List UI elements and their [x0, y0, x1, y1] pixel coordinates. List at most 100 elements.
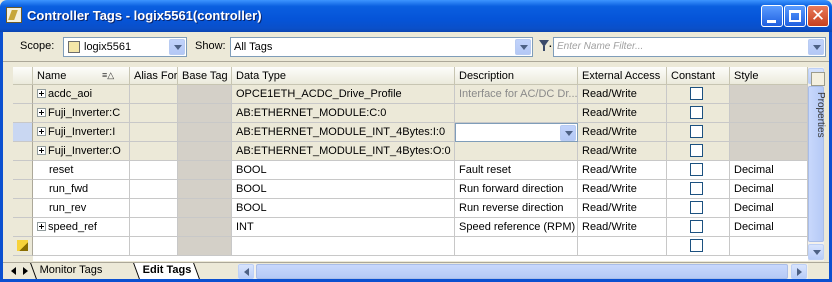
- cell-data-type[interactable]: BOOL: [232, 199, 455, 218]
- expand-icon[interactable]: [37, 146, 46, 155]
- cell-style[interactable]: Decimal: [730, 180, 808, 199]
- sort-icon[interactable]: ≡△: [102, 70, 114, 81]
- cell-external-access[interactable]: [578, 237, 667, 256]
- cell-base-tag[interactable]: [178, 142, 232, 161]
- cell-constant[interactable]: [667, 142, 730, 161]
- constant-checkbox[interactable]: [690, 106, 703, 119]
- row-header[interactable]: [13, 199, 33, 218]
- cell-description[interactable]: Run reverse direction: [455, 199, 578, 218]
- cell-description[interactable]: [455, 142, 578, 161]
- cell-alias-for[interactable]: [130, 142, 178, 161]
- tab-next-icon[interactable]: [23, 267, 28, 275]
- header-col-description[interactable]: Description: [455, 67, 578, 85]
- constant-checkbox[interactable]: [690, 182, 703, 195]
- constant-checkbox[interactable]: [690, 220, 703, 233]
- chevron-down-icon[interactable]: [560, 125, 576, 141]
- expand-icon[interactable]: [37, 127, 46, 136]
- scroll-left-button[interactable]: [238, 264, 254, 279]
- expand-icon[interactable]: [37, 108, 46, 117]
- show-select[interactable]: All Tags: [230, 37, 533, 57]
- cell-description[interactable]: Run forward direction: [455, 180, 578, 199]
- minimize-button[interactable]: [761, 5, 783, 27]
- cell-style[interactable]: [730, 123, 808, 142]
- row-header[interactable]: [13, 218, 33, 237]
- cell-style[interactable]: [730, 85, 808, 104]
- row-header[interactable]: [13, 142, 33, 161]
- constant-checkbox[interactable]: [690, 87, 703, 100]
- expand-icon[interactable]: [37, 89, 46, 98]
- cell-external-access[interactable]: Read/Write: [578, 161, 667, 180]
- cell-constant[interactable]: [667, 104, 730, 123]
- cell-description[interactable]: [455, 123, 578, 142]
- cell-name[interactable]: speed_ref: [33, 218, 130, 237]
- header-col-constant[interactable]: Constant: [667, 67, 730, 85]
- constant-checkbox[interactable]: [690, 144, 703, 157]
- scope-select[interactable]: logix5561: [63, 37, 187, 57]
- cell-constant[interactable]: [667, 218, 730, 237]
- scroll-down-button[interactable]: [808, 244, 824, 260]
- cell-data-type[interactable]: BOOL: [232, 180, 455, 199]
- cell-style[interactable]: [730, 237, 808, 256]
- constant-checkbox[interactable]: [690, 239, 703, 252]
- cell-data-type[interactable]: INT: [232, 218, 455, 237]
- cell-name[interactable]: [33, 237, 130, 256]
- cell-data-type[interactable]: [232, 237, 455, 256]
- title-bar[interactable]: Controller Tags - logix5561(controller) …: [0, 0, 832, 32]
- cell-external-access[interactable]: Read/Write: [578, 85, 667, 104]
- cell-data-type[interactable]: OPCE1ETH_ACDC_Drive_Profile: [232, 85, 455, 104]
- cell-data-type[interactable]: AB:ETHERNET_MODULE:C:0: [232, 104, 455, 123]
- cell-style[interactable]: [730, 104, 808, 123]
- cell-base-tag[interactable]: [178, 123, 232, 142]
- row-header[interactable]: [13, 161, 33, 180]
- cell-external-access[interactable]: Read/Write: [578, 180, 667, 199]
- cell-constant[interactable]: [667, 237, 730, 256]
- cell-alias-for[interactable]: [130, 180, 178, 199]
- cell-description[interactable]: Interface for AC/DC Dr...: [455, 85, 578, 104]
- cell-external-access[interactable]: Read/Write: [578, 104, 667, 123]
- cell-data-type[interactable]: BOOL: [232, 161, 455, 180]
- cell-external-access[interactable]: Read/Write: [578, 142, 667, 161]
- constant-checkbox[interactable]: [690, 125, 703, 138]
- expand-icon[interactable]: [37, 222, 46, 231]
- cell-style[interactable]: [730, 142, 808, 161]
- cell-name[interactable]: Fuji_Inverter:O: [33, 142, 130, 161]
- cell-style[interactable]: Decimal: [730, 218, 808, 237]
- cell-description[interactable]: Speed reference (RPM): [455, 218, 578, 237]
- chevron-down-icon[interactable]: [169, 39, 185, 55]
- chevron-down-icon[interactable]: [808, 39, 824, 55]
- tab-prev-icon[interactable]: [11, 267, 16, 275]
- cell-name[interactable]: reset: [33, 161, 130, 180]
- row-header[interactable]: [13, 85, 33, 104]
- cell-description[interactable]: [455, 237, 578, 256]
- header-col-name[interactable]: Name ≡△: [33, 67, 130, 85]
- row-header[interactable]: [13, 180, 33, 199]
- cell-alias-for[interactable]: [130, 218, 178, 237]
- cell-base-tag[interactable]: [178, 237, 232, 256]
- cell-constant[interactable]: [667, 123, 730, 142]
- cell-name[interactable]: run_fwd: [33, 180, 130, 199]
- constant-checkbox[interactable]: [690, 201, 703, 214]
- cell-external-access[interactable]: Read/Write: [578, 199, 667, 218]
- cell-name[interactable]: run_rev: [33, 199, 130, 218]
- cell-style[interactable]: Decimal: [730, 199, 808, 218]
- cell-alias-for[interactable]: [130, 237, 178, 256]
- cell-alias-for[interactable]: [130, 104, 178, 123]
- cell-style[interactable]: Decimal: [730, 161, 808, 180]
- chevron-down-icon[interactable]: [515, 39, 531, 55]
- cell-alias-for[interactable]: [130, 161, 178, 180]
- properties-icon[interactable]: [811, 72, 825, 86]
- header-col-base-tag[interactable]: Base Tag: [178, 67, 232, 85]
- tab-monitor-tags[interactable]: Monitor Tags: [30, 263, 110, 279]
- cell-base-tag[interactable]: [178, 104, 232, 123]
- cell-data-type[interactable]: AB:ETHERNET_MODULE_INT_4Bytes:I:0: [232, 123, 455, 142]
- new-row-header[interactable]: [13, 237, 33, 256]
- scroll-right-button[interactable]: [791, 264, 807, 279]
- cell-constant[interactable]: [667, 85, 730, 104]
- row-header[interactable]: [13, 123, 33, 142]
- row-header[interactable]: [13, 104, 33, 123]
- close-button[interactable]: ✕: [807, 5, 829, 27]
- cell-name[interactable]: Fuji_Inverter:I: [33, 123, 130, 142]
- cell-base-tag[interactable]: [178, 161, 232, 180]
- header-col-external-access[interactable]: External Access: [578, 67, 667, 85]
- cell-name[interactable]: acdc_aoi: [33, 85, 130, 104]
